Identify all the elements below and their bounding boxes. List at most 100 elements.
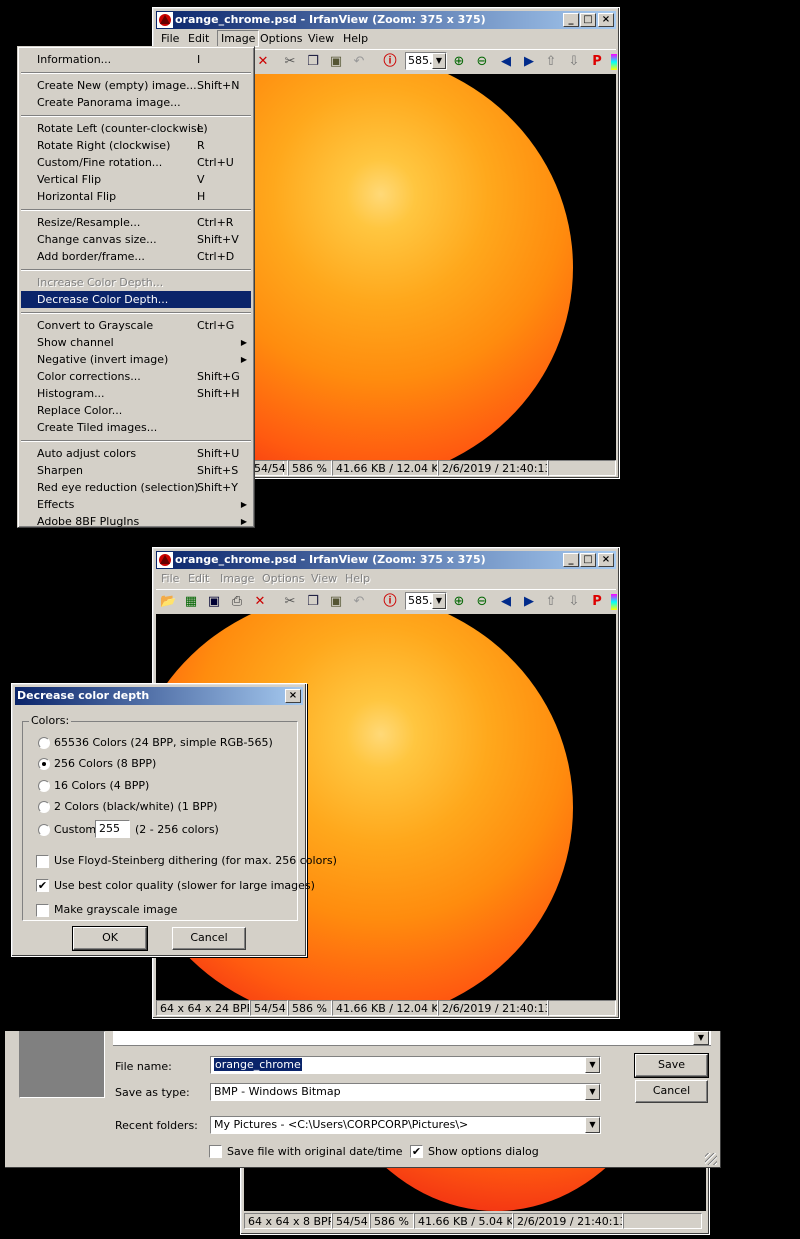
radio-custom[interactable] [38, 824, 50, 836]
menu-item-custom-fine-rotation[interactable]: Custom/Fine rotation... Ctrl+U [21, 154, 251, 171]
minimize-button[interactable]: _ [563, 553, 579, 567]
open-folder-icon[interactable]: 📂 [160, 594, 176, 610]
menu-item-vertical-flip[interactable]: Vertical Flip V [21, 171, 251, 188]
last-icon[interactable]: ⇩ [566, 54, 582, 70]
copy-icon[interactable]: ❐ [305, 54, 321, 70]
menu-item-horizontal-flip[interactable]: Horizontal Flip H [21, 188, 251, 205]
menu-item-rotate-right-clockwise[interactable]: Rotate Right (clockwise) R [21, 137, 251, 154]
close-button[interactable]: × [285, 689, 301, 703]
print-icon[interactable]: ⎙ [229, 594, 245, 610]
menu-image[interactable]: Image [217, 30, 260, 47]
close-button[interactable]: × [598, 553, 614, 567]
menu-item-effects[interactable]: Effects ▶ [21, 496, 251, 513]
resize-grip-icon[interactable] [705, 1153, 717, 1165]
undo-icon[interactable]: ↶ [351, 54, 367, 70]
first-icon[interactable]: ⇧ [543, 594, 559, 610]
title-bar[interactable]: orange_chrome.psd - IrfanView (Zoom: 375… [156, 551, 616, 569]
menu-item-auto-adjust-colors[interactable]: Auto adjust colors Shift+U [21, 445, 251, 462]
radio-256-colors[interactable] [38, 758, 50, 770]
cancel-button[interactable]: Cancel [635, 1080, 708, 1103]
zoom-out-icon[interactable]: ⊖ [474, 594, 490, 610]
palette-icon[interactable] [611, 594, 617, 610]
close-button[interactable]: × [598, 13, 614, 27]
menu-item-create-panorama-image[interactable]: Create Panorama image... [21, 94, 251, 111]
custom-colors-input[interactable]: 255 [95, 820, 130, 838]
zoom-in-icon[interactable]: ⊕ [451, 594, 467, 610]
menu-item-replace-color[interactable]: Replace Color... [21, 402, 251, 419]
delete-icon[interactable]: ✕ [252, 594, 268, 610]
menu-item-convert-to-grayscale[interactable]: Convert to Grayscale Ctrl+G [21, 317, 251, 334]
menu-item-color-corrections[interactable]: Color corrections... Shift+G [21, 368, 251, 385]
dialog-title-bar[interactable]: Decrease color depth × [15, 687, 303, 705]
menu-item-add-border-frame[interactable]: Add border/frame... Ctrl+D [21, 248, 251, 265]
menu-view[interactable]: View [308, 32, 334, 45]
menu-item-create-new-empty-image[interactable]: Create New (empty) image... Shift+N [21, 77, 251, 94]
slideshow-icon[interactable]: ▦ [183, 594, 199, 610]
zoom-select[interactable]: 585. ▼ [405, 592, 447, 610]
chevron-down-icon[interactable]: ▼ [585, 1117, 600, 1133]
paint-icon[interactable]: P [589, 594, 605, 610]
menu-item-adobe-8bf-plugins[interactable]: Adobe 8BF PlugIns ▶ [21, 513, 251, 530]
info-icon[interactable]: ⓘ [382, 594, 398, 610]
maximize-button[interactable]: □ [580, 13, 596, 27]
paint-icon[interactable]: P [589, 54, 605, 70]
minimize-button[interactable]: _ [563, 13, 579, 27]
delete-icon[interactable]: ✕ [255, 54, 271, 70]
menu-item-rotate-left-counter-clockwise[interactable]: Rotate Left (counter-clockwise) L [21, 120, 251, 137]
next-icon[interactable]: ▶ [521, 594, 537, 610]
best-quality-checkbox[interactable]: ✔ [36, 879, 49, 892]
cancel-button[interactable]: Cancel [172, 927, 246, 950]
copy-icon[interactable]: ❐ [305, 594, 321, 610]
menu-file[interactable]: File [161, 572, 179, 585]
menu-item-information[interactable]: Information... I [21, 51, 251, 68]
show-options-checkbox[interactable]: ✔ [410, 1145, 423, 1158]
last-icon[interactable]: ⇩ [566, 594, 582, 610]
menu-item-change-canvas-size[interactable]: Change canvas size... Shift+V [21, 231, 251, 248]
zoom-select[interactable]: 585. ▼ [405, 52, 447, 70]
cut-icon[interactable]: ✂ [282, 54, 298, 70]
menu-item-resize-resample[interactable]: Resize/Resample... Ctrl+R [21, 214, 251, 231]
radio-65536-colors[interactable] [38, 737, 50, 749]
menu-options[interactable]: Options [260, 32, 302, 45]
radio-2-colors[interactable] [38, 801, 50, 813]
menu-item-red-eye-reduction-selection[interactable]: Red eye reduction (selection) Shift+Y [21, 479, 251, 496]
paste-icon[interactable]: ▣ [328, 54, 344, 70]
menu-image[interactable]: Image [220, 572, 254, 585]
ok-button[interactable]: OK [72, 926, 148, 951]
file-list-area[interactable] [113, 1031, 711, 1046]
palette-icon[interactable] [611, 54, 617, 70]
recent-folders-select[interactable]: My Pictures - <C:\Users\CORPCORP\Picture… [210, 1116, 601, 1134]
save-button[interactable]: Save [634, 1053, 709, 1078]
menu-file[interactable]: File [161, 32, 179, 45]
cut-icon[interactable]: ✂ [282, 594, 298, 610]
paste-icon[interactable]: ▣ [328, 594, 344, 610]
menu-item-create-tiled-images[interactable]: Create Tiled images... [21, 419, 251, 436]
menu-help[interactable]: Help [343, 32, 368, 45]
chevron-down-icon[interactable]: ▼ [585, 1084, 600, 1100]
save-type-select[interactable]: BMP - Windows Bitmap ▼ [210, 1083, 601, 1101]
original-date-checkbox[interactable] [209, 1145, 222, 1158]
next-icon[interactable]: ▶ [521, 54, 537, 70]
dithering-checkbox[interactable] [36, 855, 49, 868]
save-icon[interactable]: ▣ [206, 594, 222, 610]
menu-item-decrease-color-depth[interactable]: Decrease Color Depth... [21, 291, 251, 308]
menu-item-histogram[interactable]: Histogram... Shift+H [21, 385, 251, 402]
radio-16-colors[interactable] [38, 780, 50, 792]
menu-item-increase-color-depth[interactable]: Increase Color Depth... [21, 274, 251, 291]
menu-edit[interactable]: Edit [188, 572, 209, 585]
menu-options[interactable]: Options [262, 572, 304, 585]
menu-item-negative-invert-image[interactable]: Negative (invert image) ▶ [21, 351, 251, 368]
menu-item-show-channel[interactable]: Show channel ▶ [21, 334, 251, 351]
menu-view[interactable]: View [311, 572, 337, 585]
previous-icon[interactable]: ◀ [498, 594, 514, 610]
menu-item-sharpen[interactable]: Sharpen Shift+S [21, 462, 251, 479]
menu-help[interactable]: Help [345, 572, 370, 585]
chevron-down-icon[interactable]: ▼ [585, 1057, 600, 1073]
first-icon[interactable]: ⇧ [543, 54, 559, 70]
previous-icon[interactable]: ◀ [498, 54, 514, 70]
title-bar[interactable]: orange_chrome.psd - IrfanView (Zoom: 375… [156, 11, 616, 29]
menu-edit[interactable]: Edit [188, 32, 209, 45]
file-name-input[interactable]: orange_chrome ▼ [210, 1056, 601, 1074]
undo-icon[interactable]: ↶ [351, 594, 367, 610]
maximize-button[interactable]: □ [580, 553, 596, 567]
